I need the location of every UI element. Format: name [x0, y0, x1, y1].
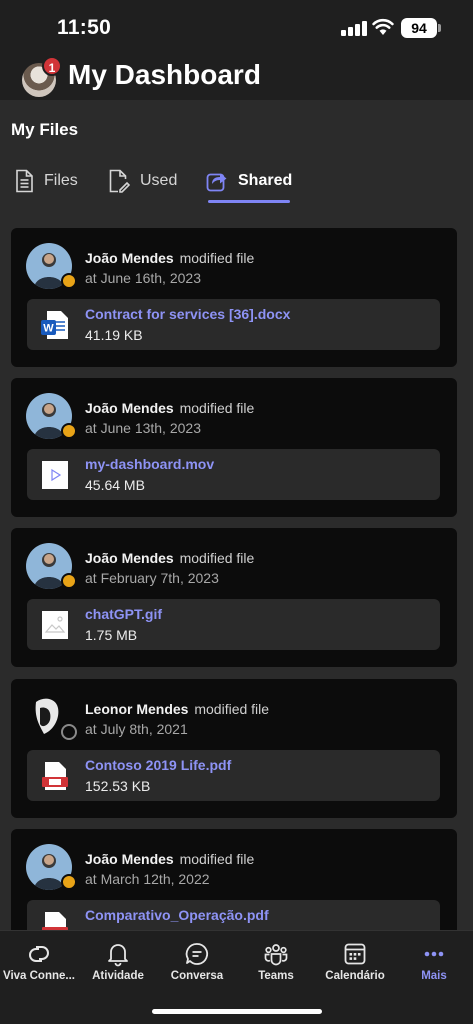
share-icon — [206, 173, 227, 192]
video-file-icon — [42, 461, 68, 489]
away-status-icon — [61, 874, 77, 890]
activity-action: modified file — [179, 550, 255, 566]
file-name-link[interactable]: Comparativo_Operação.pdf — [85, 907, 269, 923]
pdf-file-icon — [42, 762, 68, 790]
cellular-signal-icon — [341, 20, 367, 36]
file-size: 41.19 KB — [85, 327, 143, 343]
tab-used[interactable]: Used — [108, 166, 177, 196]
away-status-icon — [61, 273, 77, 289]
activity-card[interactable]: João Mendes modified file at June 13th, … — [11, 378, 457, 517]
file-tabs: Files Used Shared — [0, 158, 473, 204]
activity-date: at March 12th, 2022 — [85, 871, 210, 887]
calendar-icon — [344, 943, 366, 965]
activity-text: João Mendes modified file — [85, 250, 254, 266]
file-name-link[interactable]: Contract for services [36].docx — [85, 306, 290, 322]
file-name-link[interactable]: Contoso 2019 Life.pdf — [85, 757, 231, 773]
page-title: My Dashboard — [68, 59, 261, 90]
file-size: 152.53 KB — [85, 778, 151, 794]
activity-text: João Mendes modified file — [85, 851, 254, 867]
avatar — [26, 694, 77, 742]
away-status-icon — [61, 573, 77, 589]
activity-card[interactable]: João Mendes modified file at February 7t… — [11, 528, 457, 667]
actor-name: João Mendes — [85, 250, 174, 266]
activity-action: modified file — [179, 250, 255, 266]
battery-cap — [438, 24, 441, 32]
notification-badge: 1 — [42, 56, 62, 76]
wifi-icon — [372, 18, 394, 35]
tab-used-label: Used — [140, 172, 178, 189]
nav-calendar[interactable]: Calendário — [316, 937, 394, 982]
away-status-icon — [61, 423, 77, 439]
tab-files-label: Files — [44, 172, 78, 189]
actor-name: João Mendes — [85, 400, 174, 416]
nav-label: Teams — [258, 970, 294, 982]
nav-label: Calendário — [325, 970, 385, 982]
file-name-link[interactable]: chatGPT.gif — [85, 606, 162, 622]
more-icon — [424, 951, 444, 957]
nav-chat[interactable]: Conversa — [158, 937, 236, 982]
viva-connections-icon — [29, 946, 49, 962]
actor-name: João Mendes — [85, 851, 174, 867]
actor-name: Leonor Mendes — [85, 701, 189, 717]
activity-date: at June 16th, 2023 — [85, 270, 201, 286]
word-file-icon: W — [41, 311, 68, 339]
activity-text: João Mendes modified file — [85, 550, 254, 566]
edit-document-icon — [109, 169, 130, 193]
activity-text: João Mendes modified file — [85, 400, 254, 416]
svg-text:W: W — [43, 323, 54, 335]
document-icon — [16, 169, 33, 193]
activity-action: modified file — [179, 851, 255, 867]
status-time: 11:50 — [57, 16, 112, 39]
file-item[interactable]: my-dashboard.mov 45.64 MB — [27, 449, 440, 500]
avatar — [26, 243, 77, 291]
pdf-file-icon — [42, 912, 68, 930]
nav-label: Atividade — [92, 970, 144, 982]
activity-date: at July 8th, 2021 — [85, 721, 188, 737]
actor-name: João Mendes — [85, 550, 174, 566]
activity-date: at February 7th, 2023 — [85, 570, 219, 586]
nav-viva-connections[interactable]: Viva Conne... — [0, 937, 78, 982]
tab-shared-label: Shared — [238, 172, 293, 189]
nav-label: Conversa — [170, 970, 224, 982]
file-name-link[interactable]: my-dashboard.mov — [85, 456, 214, 472]
file-item[interactable]: W Contract for services [36].docx 41.19 … — [27, 299, 440, 350]
activity-card[interactable]: Leonor Mendes modified file at July 8th,… — [11, 679, 457, 818]
avatar — [26, 393, 77, 441]
bottom-navigation: Viva Conne... Atividade Conversa Teams C… — [0, 930, 473, 1024]
avatar — [26, 543, 77, 591]
file-size: 1.75 MB — [85, 627, 138, 643]
main-content[interactable]: My Files Files Used Shared João Mendes m… — [0, 100, 473, 930]
nav-label: Mais — [421, 970, 447, 982]
home-indicator[interactable] — [152, 1009, 322, 1014]
teams-icon — [264, 944, 288, 966]
file-item[interactable]: chatGPT.gif 1.75 MB — [27, 599, 440, 650]
nav-activity[interactable]: Atividade — [79, 937, 157, 982]
nav-label: Viva Conne... — [2, 970, 75, 982]
file-size: 45.64 MB — [85, 477, 145, 493]
activity-action: modified file — [194, 701, 270, 717]
tab-shared[interactable]: Shared — [206, 166, 292, 196]
activity-text: Leonor Mendes modified file — [85, 701, 269, 717]
activity-action: modified file — [179, 400, 255, 416]
app-header: 1 My Dashboard — [0, 56, 473, 100]
bell-icon — [108, 944, 128, 967]
offline-status-icon — [61, 724, 77, 740]
nav-more[interactable]: Mais — [395, 937, 473, 982]
status-bar: 11:50 94 — [0, 0, 473, 56]
tab-files[interactable]: Files — [14, 166, 78, 196]
file-item[interactable]: Contoso 2019 Life.pdf 152.53 KB — [27, 750, 440, 801]
active-tab-indicator — [208, 200, 290, 203]
activity-date: at June 13th, 2023 — [85, 420, 201, 436]
activity-card[interactable]: João Mendes modified file at June 16th, … — [11, 228, 457, 367]
section-title: My Files — [11, 120, 79, 139]
activity-card[interactable]: João Mendes modified file at March 12th,… — [11, 829, 457, 930]
nav-teams[interactable]: Teams — [237, 937, 315, 982]
file-item[interactable]: Comparativo_Operação.pdf — [27, 900, 440, 930]
image-file-icon — [42, 611, 68, 639]
avatar — [26, 844, 77, 892]
battery-indicator: 94 — [401, 18, 437, 38]
chat-icon — [185, 943, 209, 965]
